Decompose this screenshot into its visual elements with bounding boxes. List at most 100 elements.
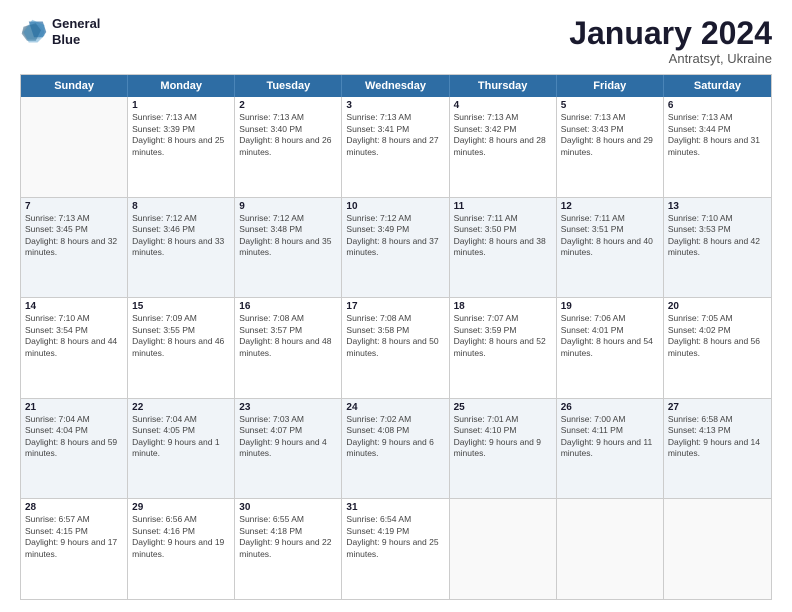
cell-content: Sunrise: 7:13 AMSunset: 3:40 PMDaylight:… [239, 112, 337, 158]
calendar: Sunday Monday Tuesday Wednesday Thursday… [20, 74, 772, 600]
calendar-cell: 9Sunrise: 7:12 AMSunset: 3:48 PMDaylight… [235, 198, 342, 298]
day-number: 8 [132, 201, 230, 212]
logo-line1: General [52, 16, 100, 32]
day-number: 7 [25, 201, 123, 212]
cell-content: Sunrise: 7:04 AMSunset: 4:04 PMDaylight:… [25, 414, 123, 460]
calendar-cell: 5Sunrise: 7:13 AMSunset: 3:43 PMDaylight… [557, 97, 664, 197]
cell-content: Sunrise: 7:08 AMSunset: 3:57 PMDaylight:… [239, 313, 337, 359]
cell-content: Sunrise: 7:00 AMSunset: 4:11 PMDaylight:… [561, 414, 659, 460]
calendar-cell: 7Sunrise: 7:13 AMSunset: 3:45 PMDaylight… [21, 198, 128, 298]
day-number: 14 [25, 301, 123, 312]
day-number: 24 [346, 402, 444, 413]
calendar-cell [557, 499, 664, 599]
day-number: 29 [132, 502, 230, 513]
cell-content: Sunrise: 7:13 AMSunset: 3:42 PMDaylight:… [454, 112, 552, 158]
day-number: 28 [25, 502, 123, 513]
day-number: 15 [132, 301, 230, 312]
calendar-cell: 17Sunrise: 7:08 AMSunset: 3:58 PMDayligh… [342, 298, 449, 398]
day-number: 6 [668, 100, 767, 111]
cell-content: Sunrise: 7:01 AMSunset: 4:10 PMDaylight:… [454, 414, 552, 460]
cell-content: Sunrise: 6:56 AMSunset: 4:16 PMDaylight:… [132, 514, 230, 560]
day-number: 12 [561, 201, 659, 212]
cell-content: Sunrise: 7:12 AMSunset: 3:48 PMDaylight:… [239, 213, 337, 259]
cell-content: Sunrise: 7:11 AMSunset: 3:51 PMDaylight:… [561, 213, 659, 259]
day-number: 21 [25, 402, 123, 413]
header-friday: Friday [557, 75, 664, 97]
day-number: 4 [454, 100, 552, 111]
header-wednesday: Wednesday [342, 75, 449, 97]
calendar-cell: 24Sunrise: 7:02 AMSunset: 4:08 PMDayligh… [342, 399, 449, 499]
calendar-cell: 8Sunrise: 7:12 AMSunset: 3:46 PMDaylight… [128, 198, 235, 298]
calendar-cell: 21Sunrise: 7:04 AMSunset: 4:04 PMDayligh… [21, 399, 128, 499]
calendar-cell: 1Sunrise: 7:13 AMSunset: 3:39 PMDaylight… [128, 97, 235, 197]
logo-text: General Blue [52, 16, 100, 47]
cell-content: Sunrise: 7:07 AMSunset: 3:59 PMDaylight:… [454, 313, 552, 359]
calendar-cell: 20Sunrise: 7:05 AMSunset: 4:02 PMDayligh… [664, 298, 771, 398]
calendar-cell: 15Sunrise: 7:09 AMSunset: 3:55 PMDayligh… [128, 298, 235, 398]
cell-content: Sunrise: 7:10 AMSunset: 3:53 PMDaylight:… [668, 213, 767, 259]
cell-content: Sunrise: 7:12 AMSunset: 3:46 PMDaylight:… [132, 213, 230, 259]
day-number: 31 [346, 502, 444, 513]
cell-content: Sunrise: 7:06 AMSunset: 4:01 PMDaylight:… [561, 313, 659, 359]
header-thursday: Thursday [450, 75, 557, 97]
cell-content: Sunrise: 7:13 AMSunset: 3:39 PMDaylight:… [132, 112, 230, 158]
calendar-cell [450, 499, 557, 599]
cell-content: Sunrise: 7:04 AMSunset: 4:05 PMDaylight:… [132, 414, 230, 460]
header-sunday: Sunday [21, 75, 128, 97]
calendar-row-1: 7Sunrise: 7:13 AMSunset: 3:45 PMDaylight… [21, 198, 771, 299]
calendar-cell: 22Sunrise: 7:04 AMSunset: 4:05 PMDayligh… [128, 399, 235, 499]
calendar-cell: 28Sunrise: 6:57 AMSunset: 4:15 PMDayligh… [21, 499, 128, 599]
calendar-row-0: 1Sunrise: 7:13 AMSunset: 3:39 PMDaylight… [21, 97, 771, 198]
header: General Blue January 2024 Antratsyt, Ukr… [20, 16, 772, 66]
day-number: 20 [668, 301, 767, 312]
logo: General Blue [20, 16, 100, 47]
calendar-cell: 6Sunrise: 7:13 AMSunset: 3:44 PMDaylight… [664, 97, 771, 197]
cell-content: Sunrise: 6:54 AMSunset: 4:19 PMDaylight:… [346, 514, 444, 560]
calendar-row-3: 21Sunrise: 7:04 AMSunset: 4:04 PMDayligh… [21, 399, 771, 500]
day-number: 17 [346, 301, 444, 312]
calendar-cell: 11Sunrise: 7:11 AMSunset: 3:50 PMDayligh… [450, 198, 557, 298]
calendar-body: 1Sunrise: 7:13 AMSunset: 3:39 PMDaylight… [21, 97, 771, 599]
cell-content: Sunrise: 7:13 AMSunset: 3:44 PMDaylight:… [668, 112, 767, 158]
cell-content: Sunrise: 7:09 AMSunset: 3:55 PMDaylight:… [132, 313, 230, 359]
day-number: 3 [346, 100, 444, 111]
cell-content: Sunrise: 7:02 AMSunset: 4:08 PMDaylight:… [346, 414, 444, 460]
cell-content: Sunrise: 7:13 AMSunset: 3:45 PMDaylight:… [25, 213, 123, 259]
calendar-cell: 12Sunrise: 7:11 AMSunset: 3:51 PMDayligh… [557, 198, 664, 298]
cell-content: Sunrise: 6:55 AMSunset: 4:18 PMDaylight:… [239, 514, 337, 560]
calendar-cell [664, 499, 771, 599]
header-tuesday: Tuesday [235, 75, 342, 97]
calendar-cell: 30Sunrise: 6:55 AMSunset: 4:18 PMDayligh… [235, 499, 342, 599]
cell-content: Sunrise: 6:58 AMSunset: 4:13 PMDaylight:… [668, 414, 767, 460]
calendar-header: Sunday Monday Tuesday Wednesday Thursday… [21, 75, 771, 97]
logo-icon [20, 18, 48, 46]
day-number: 16 [239, 301, 337, 312]
day-number: 30 [239, 502, 337, 513]
header-saturday: Saturday [664, 75, 771, 97]
calendar-cell: 23Sunrise: 7:03 AMSunset: 4:07 PMDayligh… [235, 399, 342, 499]
calendar-cell: 26Sunrise: 7:00 AMSunset: 4:11 PMDayligh… [557, 399, 664, 499]
cell-content: Sunrise: 7:05 AMSunset: 4:02 PMDaylight:… [668, 313, 767, 359]
calendar-cell: 13Sunrise: 7:10 AMSunset: 3:53 PMDayligh… [664, 198, 771, 298]
cell-content: Sunrise: 7:12 AMSunset: 3:49 PMDaylight:… [346, 213, 444, 259]
calendar-cell: 16Sunrise: 7:08 AMSunset: 3:57 PMDayligh… [235, 298, 342, 398]
calendar-cell: 18Sunrise: 7:07 AMSunset: 3:59 PMDayligh… [450, 298, 557, 398]
day-number: 18 [454, 301, 552, 312]
calendar-cell: 2Sunrise: 7:13 AMSunset: 3:40 PMDaylight… [235, 97, 342, 197]
calendar-cell [21, 97, 128, 197]
day-number: 19 [561, 301, 659, 312]
calendar-row-2: 14Sunrise: 7:10 AMSunset: 3:54 PMDayligh… [21, 298, 771, 399]
calendar-cell: 14Sunrise: 7:10 AMSunset: 3:54 PMDayligh… [21, 298, 128, 398]
day-number: 2 [239, 100, 337, 111]
cell-content: Sunrise: 7:08 AMSunset: 3:58 PMDaylight:… [346, 313, 444, 359]
day-number: 26 [561, 402, 659, 413]
calendar-cell: 27Sunrise: 6:58 AMSunset: 4:13 PMDayligh… [664, 399, 771, 499]
day-number: 9 [239, 201, 337, 212]
title-block: January 2024 Antratsyt, Ukraine [569, 16, 772, 66]
day-number: 13 [668, 201, 767, 212]
calendar-cell: 31Sunrise: 6:54 AMSunset: 4:19 PMDayligh… [342, 499, 449, 599]
calendar-cell: 3Sunrise: 7:13 AMSunset: 3:41 PMDaylight… [342, 97, 449, 197]
cell-content: Sunrise: 6:57 AMSunset: 4:15 PMDaylight:… [25, 514, 123, 560]
logo-line2: Blue [52, 32, 100, 48]
day-number: 25 [454, 402, 552, 413]
